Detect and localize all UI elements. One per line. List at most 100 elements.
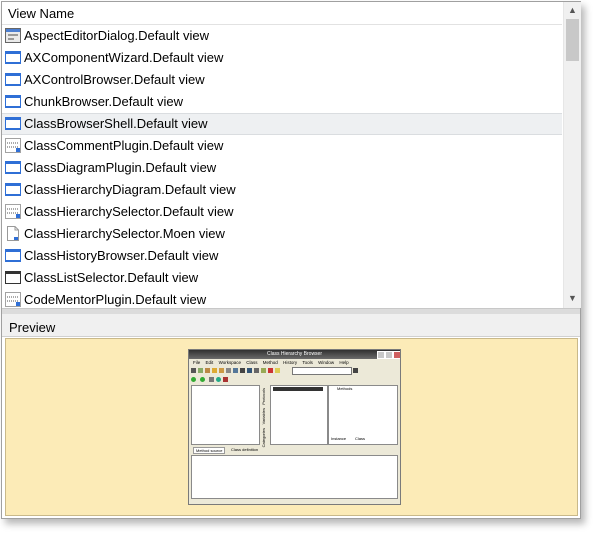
toolbar-icon	[209, 377, 214, 382]
toolbar-icon	[233, 368, 238, 373]
thumbnail-toolbar	[190, 367, 399, 375]
toolbar-icon	[247, 368, 252, 373]
thumbnail-menu-item: Class	[246, 360, 258, 365]
thumbnail-class-tree-pane	[191, 385, 260, 445]
view-name-column-header[interactable]: View Name	[2, 2, 562, 25]
thumbnail-side-tab: Categories	[261, 428, 266, 448]
toolbar-icon	[240, 368, 245, 373]
dialog-window-icon	[5, 28, 21, 43]
view-list-item[interactable]: ClassBrowserShell.Default view	[2, 113, 562, 135]
thumbnail-title-bar: Class Hierarchy Browser	[189, 350, 400, 359]
toolbar-icon	[212, 368, 217, 373]
thumbnail-close-icon	[393, 351, 400, 359]
thumbnail-menu-item: Window	[318, 360, 335, 365]
scrollbar-thumb[interactable]	[566, 19, 579, 61]
view-list-item-label: ClassHistoryBrowser.Default view	[24, 248, 219, 263]
preview-thumbnail: Class Hierarchy Browser File Edit Worksp…	[188, 349, 401, 505]
view-list-item-label: ClassHierarchySelector.Default view	[24, 204, 234, 219]
thumbnail-bottom-tab: Method source	[193, 447, 226, 454]
preview-panel: Class Hierarchy Browser File Edit Worksp…	[5, 338, 578, 516]
window-icon	[5, 50, 21, 65]
window-icon	[5, 72, 21, 87]
view-list-item[interactable]: AXControlBrowser.Default view	[2, 69, 562, 91]
thumbnail-class-radio: Class	[355, 436, 366, 441]
view-list-item-label: ClassCommentPlugin.Default view	[24, 138, 224, 153]
thumbnail-selected-row	[273, 387, 323, 391]
toolbar-icon	[216, 377, 221, 382]
window-icon	[5, 94, 21, 109]
thumbnail-menu-item: Help	[339, 360, 349, 365]
scroll-down-button[interactable]: ▼	[564, 290, 581, 306]
thumbnail-protocol-pane	[270, 385, 328, 445]
window-icon	[5, 116, 21, 131]
toolbar-icon	[205, 368, 210, 373]
view-list-item[interactable]: ClassDiagramPlugin.Default view	[2, 157, 562, 179]
preview-header-label: Preview	[9, 320, 56, 335]
toolbar-icon	[198, 368, 203, 373]
thumbnail-source-pane	[191, 455, 398, 499]
thumbnail-methods-pane: Methods Instance Class	[328, 385, 398, 445]
view-list-item-label: AXComponentWizard.Default view	[24, 50, 224, 65]
vertical-scrollbar[interactable]: ▲ ▼	[563, 2, 581, 308]
thumbnail-side-tab: Variables	[261, 408, 266, 425]
thumbnail-bottom-tab: Class definition	[231, 447, 259, 452]
toolbar-icon	[191, 368, 196, 373]
view-list-item-label: ClassHierarchyDiagram.Default view	[24, 182, 236, 197]
toolbar-icon	[261, 368, 266, 373]
toolbar-icon	[353, 368, 358, 373]
thumbnail-side-tabs: Protocols Variables Categories	[260, 385, 269, 447]
view-picker-window: View Name AspectEditorDialog.Default vie…	[1, 1, 581, 519]
dotted-frame-icon	[5, 138, 21, 153]
view-list[interactable]: AspectEditorDialog.Default view AXCompone…	[2, 25, 562, 308]
view-list-item-label: ClassBrowserShell.Default view	[24, 116, 208, 131]
toolbar-icon	[254, 368, 259, 373]
view-list-item[interactable]: ClassHierarchyDiagram.Default view	[2, 179, 562, 201]
back-icon	[191, 377, 196, 382]
thumbnail-menu-item: Method	[262, 360, 278, 365]
toolbar-icon	[226, 368, 231, 373]
view-list-item-label: AspectEditorDialog.Default view	[24, 28, 209, 43]
view-list-item-label: ClassDiagramPlugin.Default view	[24, 160, 217, 175]
view-list-item-label: ClassListSelector.Default view	[24, 270, 199, 285]
thumbnail-menu-item: Workspace	[218, 360, 241, 365]
scroll-up-button[interactable]: ▲	[564, 2, 581, 18]
thumbnail-minimize-icon	[377, 351, 385, 359]
thumbnail-menu-item: Edit	[205, 360, 214, 365]
thumbnail-instance-radio: Instance	[331, 436, 347, 441]
window-icon	[5, 182, 21, 197]
view-list-item[interactable]: ChunkBrowser.Default view	[2, 91, 562, 113]
thumbnail-menu-item: File	[193, 360, 201, 365]
dotted-frame-icon	[5, 292, 21, 307]
view-list-item[interactable]: ClassHierarchySelector.Default view	[2, 201, 562, 223]
thumbnail-toolbar-2	[190, 376, 399, 384]
view-list-item[interactable]: ClassHierarchySelector.Moen view	[2, 223, 562, 245]
thumbnail-bottom-tabs: Method source Class definition	[191, 446, 396, 454]
thumbnail-title: Class Hierarchy Browser	[266, 351, 322, 357]
view-list-item[interactable]: AXComponentWizard.Default view	[2, 47, 562, 69]
view-list-item-label: AXControlBrowser.Default view	[24, 72, 205, 87]
view-list-item[interactable]: CodeMentorPlugin.Default view	[2, 289, 562, 308]
view-list-item[interactable]: ClassListSelector.Default view	[2, 267, 562, 289]
thumbnail-menu-item: History	[283, 360, 298, 365]
thumbnail-side-tab: Protocols	[261, 388, 266, 405]
view-list-item-label: ClassHierarchySelector.Moen view	[24, 226, 225, 241]
forward-icon	[200, 377, 205, 382]
dotted-frame-icon	[5, 204, 21, 219]
toolbar-icon	[268, 368, 273, 373]
view-list-item-label: CodeMentorPlugin.Default view	[24, 292, 207, 307]
toolbar-icon	[223, 377, 228, 382]
bare-window-icon	[5, 270, 21, 285]
window-icon	[5, 248, 21, 263]
thumbnail-menu-item: Tools	[302, 360, 313, 365]
view-list-item[interactable]: AspectEditorDialog.Default view	[2, 25, 562, 47]
document-icon	[5, 226, 21, 241]
view-list-item[interactable]: ClassHistoryBrowser.Default view	[2, 245, 562, 267]
preview-header: Preview	[2, 314, 580, 337]
thumbnail-methods-header: Methods	[337, 386, 353, 391]
toolbar-icon	[275, 368, 280, 373]
toolbar-icon	[219, 368, 224, 373]
view-list-item-label: ChunkBrowser.Default view	[24, 94, 183, 109]
thumbnail-menu-bar: File Edit Workspace Class Method History…	[189, 359, 400, 366]
view-list-item[interactable]: ClassCommentPlugin.Default view	[2, 135, 562, 157]
window-icon	[5, 160, 21, 175]
